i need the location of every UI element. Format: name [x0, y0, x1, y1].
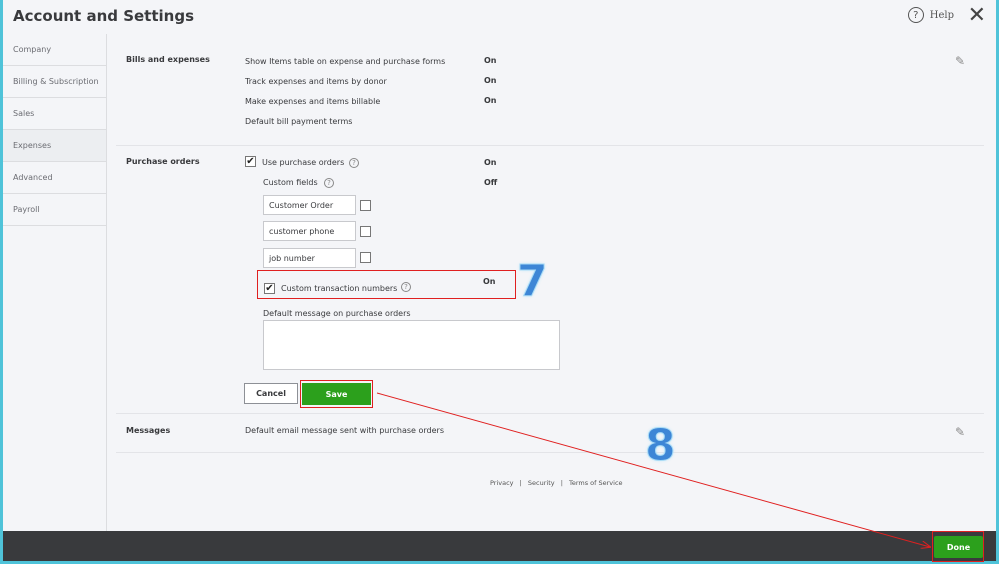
annotation-arrow	[376, 392, 999, 564]
